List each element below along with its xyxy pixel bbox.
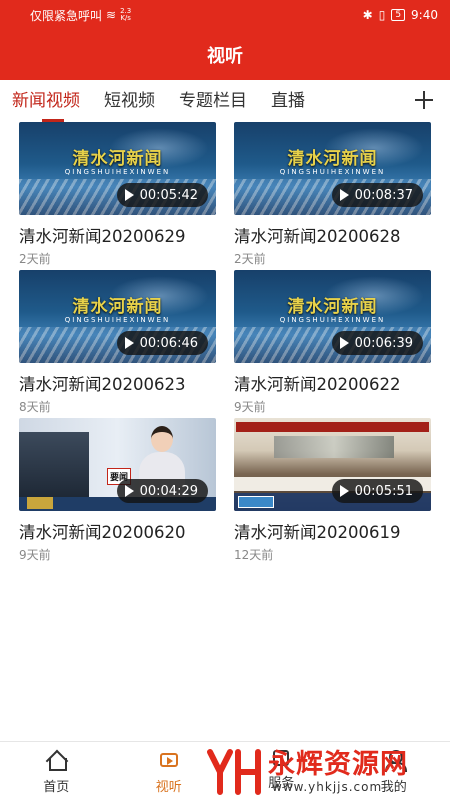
nav-home[interactable]: 首页	[0, 742, 113, 800]
video-card[interactable]: 清水河新闻 QINGSHUIHEXINWEN 00:06:39 清水河新闻202…	[234, 270, 431, 415]
net-speed: 2.3 K/s	[120, 7, 132, 22]
status-bar: 仅限紧急呼叫 ≋ 2.3 K/s ✱ ▯ 5 9:40	[0, 0, 450, 30]
wall-painting	[274, 436, 394, 458]
thumbnail-title: 清水河新闻	[72, 297, 163, 317]
duration-badge: 00:06:39	[331, 331, 423, 355]
video-thumbnail: 清水河新闻 QINGSHUIHEXINWEN 00:06:46	[19, 270, 216, 363]
meeting-banner	[236, 422, 429, 432]
channel-logo	[238, 496, 274, 508]
studio-screen	[19, 432, 89, 502]
thumbnail-title: 清水河新闻	[287, 149, 378, 169]
clock: 9:40	[411, 8, 438, 22]
video-title: 清水河新闻20200629	[19, 227, 186, 246]
duration-badge: 00:06:46	[116, 331, 208, 355]
video-time: 2天前	[234, 252, 266, 266]
video-card[interactable]: 清水河新闻 QINGSHUIHEXINWEN 00:08:37 清水河新闻202…	[234, 122, 431, 267]
video-title: 清水河新闻20200622	[234, 375, 401, 394]
nav-label: 我的	[380, 780, 407, 795]
video-time: 12天前	[234, 548, 274, 562]
video-card[interactable]: 要闻 00:04:29 清水河新闻20200620 9天前	[19, 418, 216, 563]
battery-icon: 5	[391, 9, 406, 21]
channel-logo	[27, 497, 53, 509]
nav-service[interactable]: 服务	[225, 742, 338, 800]
duration-text: 00:05:51	[354, 483, 413, 499]
app-header: 视听	[0, 30, 450, 80]
thumbnail-subtitle: QINGSHUIHEXINWEN	[64, 168, 171, 176]
video-title: 清水河新闻20200628	[234, 227, 401, 246]
wifi-icon: ≋	[106, 8, 117, 22]
video-card[interactable]: 清水河新闻 QINGSHUIHEXINWEN 00:06:46 清水河新闻202…	[19, 270, 216, 415]
play-icon	[339, 485, 349, 497]
nav-label: 服务	[268, 776, 295, 791]
service-icon	[273, 750, 290, 766]
add-tab-icon[interactable]	[412, 88, 436, 112]
duration-text: 00:08:37	[354, 187, 413, 203]
nav-label: 首页	[43, 780, 70, 795]
video-title: 清水河新闻20200619	[234, 523, 401, 542]
carrier-text: 仅限紧急呼叫	[30, 8, 103, 23]
video-time: 9天前	[19, 548, 51, 562]
video-thumbnail: 要闻 00:04:29	[19, 418, 216, 511]
play-icon	[124, 189, 134, 201]
video-card[interactable]: 清水河新闻 QINGSHUIHEXINWEN 00:05:42 清水河新闻202…	[19, 122, 216, 267]
page-title: 视听	[207, 46, 243, 67]
video-title: 清水河新闻20200620	[19, 523, 186, 542]
duration-badge: 00:08:37	[331, 183, 423, 207]
duration-badge: 00:05:42	[116, 183, 208, 207]
bluetooth-icon: ✱	[362, 8, 373, 22]
duration-text: 00:06:46	[139, 335, 198, 351]
tab-live[interactable]: 直播	[271, 80, 305, 122]
thumbnail-title: 清水河新闻	[287, 297, 378, 317]
video-title: 清水河新闻20200623	[19, 375, 186, 394]
nav-video[interactable]: 视听	[113, 742, 226, 800]
duration-text: 00:04:29	[139, 483, 198, 499]
thumbnail-subtitle: QINGSHUIHEXINWEN	[64, 316, 171, 324]
video-thumbnail: 清水河新闻 QINGSHUIHEXINWEN 00:06:39	[234, 270, 431, 363]
video-icon	[159, 753, 178, 767]
video-time: 8天前	[19, 400, 51, 414]
play-icon	[339, 189, 349, 201]
play-icon	[124, 337, 134, 349]
duration-text: 00:05:42	[139, 187, 198, 203]
video-thumbnail: 清水河新闻 QINGSHUIHEXINWEN 00:08:37	[234, 122, 431, 215]
duration-badge: 00:04:29	[116, 479, 208, 503]
home-icon	[45, 750, 68, 771]
thumbnail-subtitle: QINGSHUIHEXINWEN	[279, 316, 386, 324]
video-thumbnail: 00:05:51	[234, 418, 431, 511]
play-icon	[339, 337, 349, 349]
play-icon	[124, 485, 134, 497]
tab-special-column[interactable]: 专题栏目	[179, 80, 247, 122]
tab-short-video[interactable]: 短视频	[104, 80, 155, 122]
thumbnail-title: 清水河新闻	[72, 149, 163, 169]
duration-badge: 00:05:51	[331, 479, 423, 503]
video-time: 9天前	[234, 400, 266, 414]
bottom-nav: 首页 视听 服务 我的	[0, 741, 450, 800]
duration-text: 00:06:39	[354, 335, 413, 351]
nav-mine[interactable]: 我的	[338, 742, 450, 800]
video-thumbnail: 清水河新闻 QINGSHUIHEXINWEN 00:05:42	[19, 122, 216, 215]
vibrate-icon: ▯	[378, 8, 386, 22]
video-time: 2天前	[19, 252, 51, 266]
tab-news-video[interactable]: 新闻视频	[12, 80, 80, 122]
category-tabs: 新闻视频 短视频 专题栏目 直播	[0, 80, 450, 122]
video-card[interactable]: 00:05:51 清水河新闻20200619 12天前	[234, 418, 431, 563]
thumbnail-subtitle: QINGSHUIHEXINWEN	[279, 168, 386, 176]
nav-label: 视听	[155, 780, 182, 795]
mine-icon	[383, 750, 407, 772]
